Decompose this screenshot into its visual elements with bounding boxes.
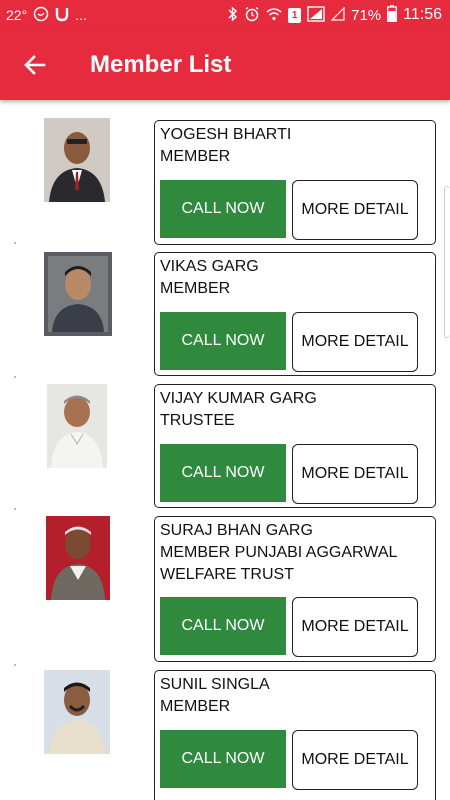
call-now-button[interactable]: CALL NOW [160,180,286,238]
member-role: MEMBER [160,148,231,165]
member-card: VIKAS GARG MEMBER CALL NOW MORE DETAIL [154,252,436,376]
battery-icon [387,5,398,25]
row-divider [14,242,16,244]
member-role: MEMBER PUNJABI AGGARWAL WELFARE TRUST [160,544,397,583]
call-now-button[interactable]: CALL NOW [160,444,286,502]
member-photo [44,252,112,336]
signal-2-icon [330,6,345,24]
member-card: SUNIL SINGLA MEMBER CALL NOW MORE DETAIL [154,670,436,800]
call-now-button[interactable]: CALL NOW [160,312,286,370]
list-item: YOGESH BHARTI MEMBER CALL NOW MORE DETAI… [10,108,438,246]
wifi-icon [266,7,282,24]
member-card: YOGESH BHARTI MEMBER CALL NOW MORE DETAI… [154,120,436,245]
member-list[interactable]: YOGESH BHARTI MEMBER CALL NOW MORE DETAI… [0,108,450,800]
back-button[interactable] [0,30,70,100]
page-title: Member List [90,51,232,78]
clock-time: 11:56 [403,6,442,23]
row-divider [14,664,16,666]
status-bar: 22° ... 1 71% 11:56 [0,0,450,30]
signal-icon [307,5,325,25]
member-card: VIJAY KUMAR GARG TRUSTEE CALL NOW MORE D… [154,384,436,508]
member-name: SUNIL SINGLA [160,676,270,693]
call-now-button[interactable]: CALL NOW [160,597,286,655]
list-item: SURAJ BHAN GARG MEMBER PUNJABI AGGARWAL … [10,508,438,664]
chat-icon [33,6,49,25]
list-item: SUNIL SINGLA MEMBER CALL NOW MORE DETAIL [10,664,438,800]
member-role: TRUSTEE [160,412,235,429]
scrollbar[interactable] [444,186,450,338]
call-now-button[interactable]: CALL NOW [160,730,286,788]
list-item: VIJAY KUMAR GARG TRUSTEE CALL NOW MORE D… [10,376,438,508]
more-detail-button[interactable]: MORE DETAIL [292,730,418,790]
member-name: VIJAY KUMAR GARG [160,390,317,407]
member-name: YOGESH BHARTI [160,126,292,143]
member-photo [44,670,110,754]
member-name: VIKAS GARG [160,258,259,275]
more-detail-button[interactable]: MORE DETAIL [292,444,418,504]
bluetooth-icon [228,5,238,25]
row-divider [14,508,16,510]
u-app-icon [55,6,69,25]
temperature-text: 22° [6,7,28,23]
sim-number: 1 [291,9,298,21]
member-name: SURAJ BHAN GARG [160,522,313,539]
back-arrow-icon [24,55,46,75]
member-role: MEMBER [160,280,231,297]
member-photo [47,384,107,468]
more-detail-button[interactable]: MORE DETAIL [292,597,418,657]
alarm-icon [244,6,260,25]
member-photo [44,118,110,202]
more-notifications-dots: ... [75,7,87,23]
member-photo [46,516,110,600]
member-card: SURAJ BHAN GARG MEMBER PUNJABI AGGARWAL … [154,516,436,662]
battery-percent: 71% [351,6,382,24]
row-divider [14,376,16,378]
member-role: MEMBER [160,698,231,715]
list-item: VIKAS GARG MEMBER CALL NOW MORE DETAIL [10,242,438,376]
more-detail-button[interactable]: MORE DETAIL [292,312,418,372]
sim-icon: 1 [288,7,302,23]
app-bar: Member List [0,30,450,100]
more-detail-button[interactable]: MORE DETAIL [292,180,418,240]
